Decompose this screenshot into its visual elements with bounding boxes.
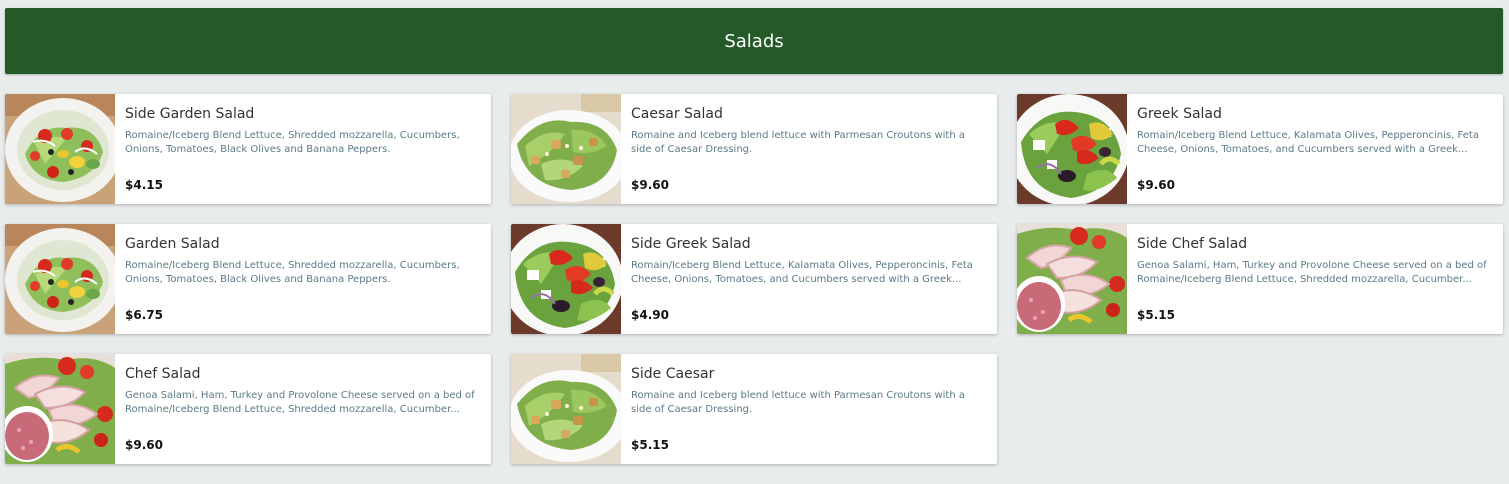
greek-salad-image[interactable] <box>511 224 621 334</box>
menu-item-info: Side Chef Salad Genoa Salami, Ham, Turkey… <box>1137 224 1495 334</box>
menu-item-info: Chef Salad Genoa Salami, Ham, Turkey and … <box>125 354 483 464</box>
menu-item-card-side-greek-salad[interactable]: Side Greek Salad Romain/Iceberg Blend Let… <box>511 224 997 334</box>
menu-item-info: Side Garden Salad Romaine/Iceberg Blend L… <box>125 94 483 204</box>
menu-item-card-side-caesar[interactable]: Side Caesar Romaine and Iceberg blend let… <box>511 354 997 464</box>
menu-item-card-garden-salad[interactable]: Garden Salad Romaine/Iceberg Blend Lettuc… <box>5 224 491 334</box>
greek-salad-image[interactable] <box>1017 94 1127 204</box>
menu-item-price: $9.60 <box>631 178 669 192</box>
menu-item-description: Romaine/Iceberg Blend Lettuce, Shredded … <box>125 130 460 155</box>
menu-item-card-side-garden-salad[interactable]: Side Garden Salad Romaine/Iceberg Blend L… <box>5 94 491 204</box>
garden-salad-image[interactable] <box>5 94 115 204</box>
menu-item-description: Romain/Iceberg Blend Lettuce, Kalamata O… <box>631 260 973 285</box>
menu-item-card-greek-salad[interactable]: Greek Salad Romain/Iceberg Blend Lettuce,… <box>1017 94 1503 204</box>
menu-item-description: Romaine and Iceberg blend lettuce with P… <box>631 130 965 155</box>
menu-item-info: Garden Salad Romaine/Iceberg Blend Lettuc… <box>125 224 483 334</box>
category-title: Salads <box>724 30 784 52</box>
menu-item-description: Romaine/Iceberg Blend Lettuce, Shredded … <box>125 260 460 285</box>
menu-item-card-side-chef-salad[interactable]: Side Chef Salad Genoa Salami, Ham, Turkey… <box>1017 224 1503 334</box>
chef-salad-image[interactable] <box>5 354 115 464</box>
menu-item-title[interactable]: Caesar Salad <box>631 106 989 122</box>
menu-item-description: Genoa Salami, Ham, Turkey and Provolone … <box>1137 260 1487 285</box>
menu-item-title[interactable]: Chef Salad <box>125 366 483 382</box>
menu-item-description: Genoa Salami, Ham, Turkey and Provolone … <box>125 390 475 415</box>
menu-item-title[interactable]: Greek Salad <box>1137 106 1495 122</box>
menu-item-price: $4.15 <box>125 178 163 192</box>
menu-item-info: Side Greek Salad Romain/Iceberg Blend Let… <box>631 224 989 334</box>
menu-item-price: $6.75 <box>125 308 163 322</box>
menu-item-price: $5.15 <box>631 438 669 452</box>
menu-item-info: Greek Salad Romain/Iceberg Blend Lettuce,… <box>1137 94 1495 204</box>
menu-item-description: Romain/Iceberg Blend Lettuce, Kalamata O… <box>1137 130 1479 155</box>
menu-item-price: $5.15 <box>1137 308 1175 322</box>
menu-item-price: $4.90 <box>631 308 669 322</box>
menu-item-title[interactable]: Garden Salad <box>125 236 483 252</box>
menu-item-price: $9.60 <box>125 438 163 452</box>
menu-item-info: Caesar Salad Romaine and Iceberg blend le… <box>631 94 989 204</box>
menu-item-title[interactable]: Side Garden Salad <box>125 106 483 122</box>
category-header: Salads <box>5 8 1503 74</box>
menu-item-card-chef-salad[interactable]: Chef Salad Genoa Salami, Ham, Turkey and … <box>5 354 491 464</box>
menu-item-title[interactable]: Side Chef Salad <box>1137 236 1495 252</box>
menu-item-title[interactable]: Side Greek Salad <box>631 236 989 252</box>
garden-salad-image[interactable] <box>5 224 115 334</box>
menu-item-description: Romaine and Iceberg blend lettuce with P… <box>631 390 965 415</box>
menu-item-price: $9.60 <box>1137 178 1175 192</box>
chef-salad-image[interactable] <box>1017 224 1127 334</box>
menu-item-info: Side Caesar Romaine and Iceberg blend let… <box>631 354 989 464</box>
caesar-salad-image[interactable] <box>511 94 621 204</box>
caesar-salad-image[interactable] <box>511 354 621 464</box>
menu-item-title[interactable]: Side Caesar <box>631 366 989 382</box>
menu-item-card-caesar-salad[interactable]: Caesar Salad Romaine and Iceberg blend le… <box>511 94 997 204</box>
